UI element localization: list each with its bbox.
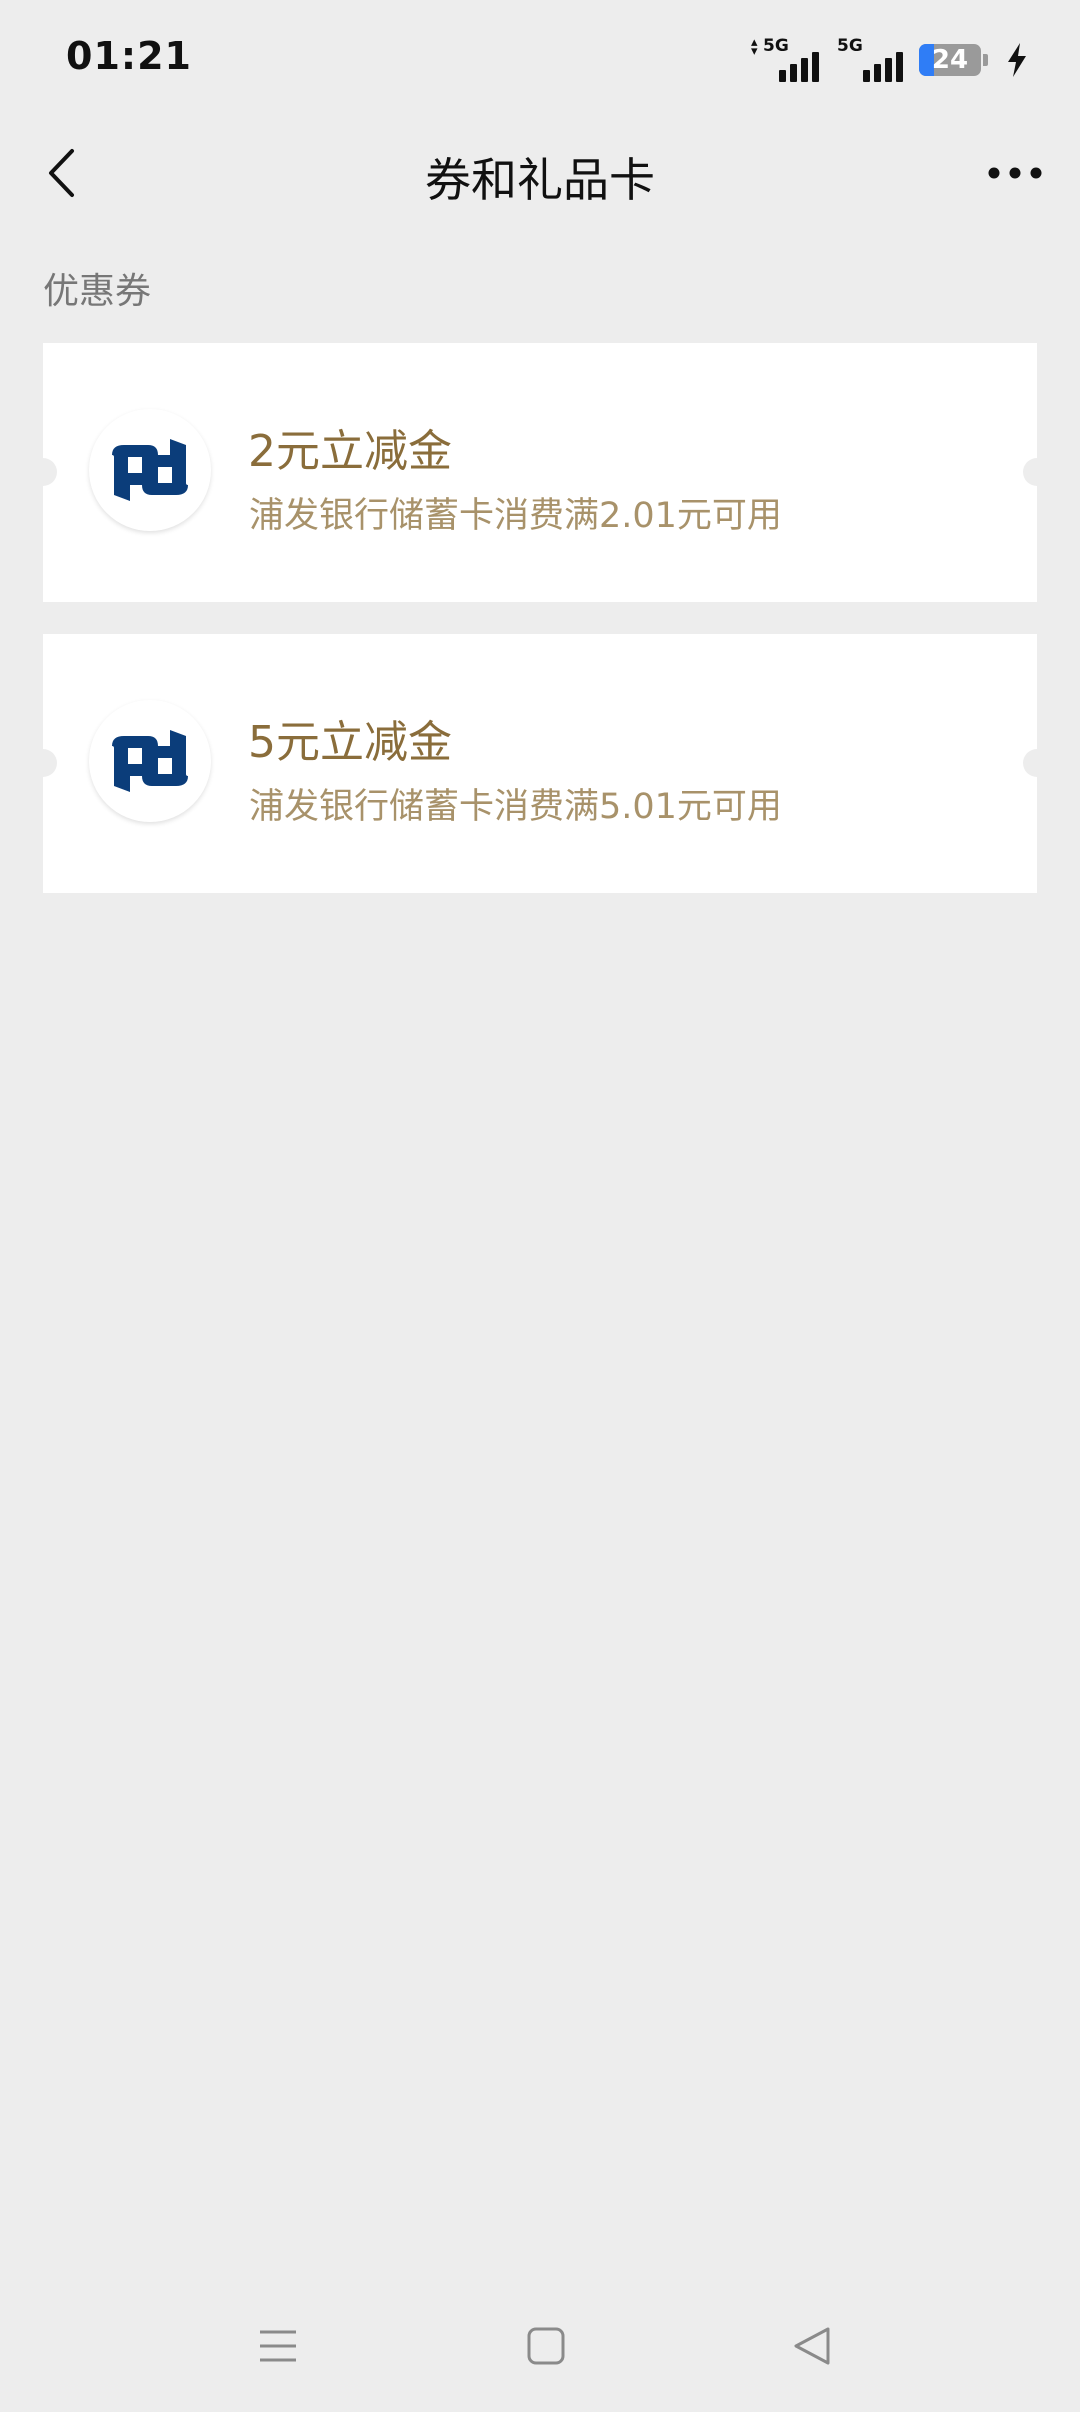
coupon-description: 浦发银行储蓄卡消费满2.01元可用 [249, 496, 782, 536]
menu-icon [260, 2330, 296, 2362]
section-label-coupons: 优惠券 [43, 271, 152, 312]
recent-apps-button[interactable] [248, 2316, 308, 2376]
battery-level: 24 [931, 45, 969, 75]
spd-bank-logo [89, 700, 211, 822]
coupon-card[interactable]: 2元立减金 浦发银行储蓄卡消费满2.01元可用 [29, 343, 1051, 602]
status-time: 01:21 [66, 34, 192, 78]
battery-tip [983, 54, 988, 66]
status-bar: 01:21 ▴ ▾ 5G 5G 24 [0, 0, 1080, 120]
home-button[interactable] [516, 2316, 576, 2376]
home-icon [527, 2327, 565, 2365]
spd-bank-logo [89, 409, 211, 531]
coupon-card[interactable]: 5元立减金 浦发银行储蓄卡消费满5.01元可用 [29, 634, 1051, 893]
data-arrows-icon: ▴ ▾ [751, 35, 758, 59]
coupon-title: 5元立减金 [248, 717, 452, 768]
charging-icon [1008, 43, 1026, 77]
coupon-description: 浦发银行储蓄卡消费满5.01元可用 [249, 787, 782, 827]
system-back-button[interactable] [782, 2316, 842, 2376]
status-icons: ▴ ▾ 5G 5G 24 [751, 35, 1030, 82]
nav-bar: 券和礼品卡 [0, 120, 1080, 226]
signal-network-label: 5G [837, 36, 863, 56]
coupon-list: 2元立减金 浦发银行储蓄卡消费满2.01元可用 5元立减金 浦发银行储蓄卡消费满… [29, 343, 1051, 925]
spd-bank-logo-icon [112, 730, 188, 792]
spd-bank-logo-icon [112, 439, 188, 501]
system-nav-bar [0, 2300, 1080, 2390]
more-dots-icon [988, 167, 1042, 179]
back-icon [794, 2327, 830, 2365]
signal-icon: 5G [835, 36, 903, 82]
battery-icon: 24 [919, 44, 981, 76]
coupon-title: 2元立减金 [248, 426, 452, 477]
more-button[interactable] [980, 142, 1050, 204]
signal-icon: ▴ ▾ 5G [751, 35, 819, 82]
page-title: 券和礼品卡 [425, 153, 655, 207]
